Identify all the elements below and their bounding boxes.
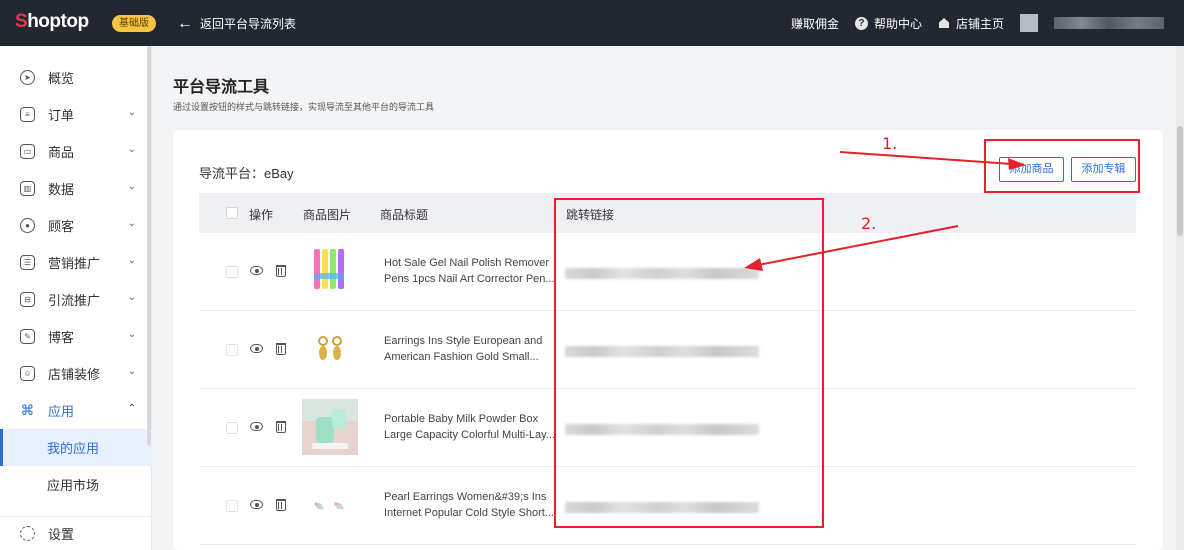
- annotation-arrow-1: [839, 151, 1013, 165]
- annotation-arrows: [744, 151, 1026, 271]
- annotation-arrow-2: [757, 225, 959, 266]
- annotation-arrowhead-icon: [744, 258, 763, 271]
- annotation-arrowhead-icon: [1008, 158, 1026, 170]
